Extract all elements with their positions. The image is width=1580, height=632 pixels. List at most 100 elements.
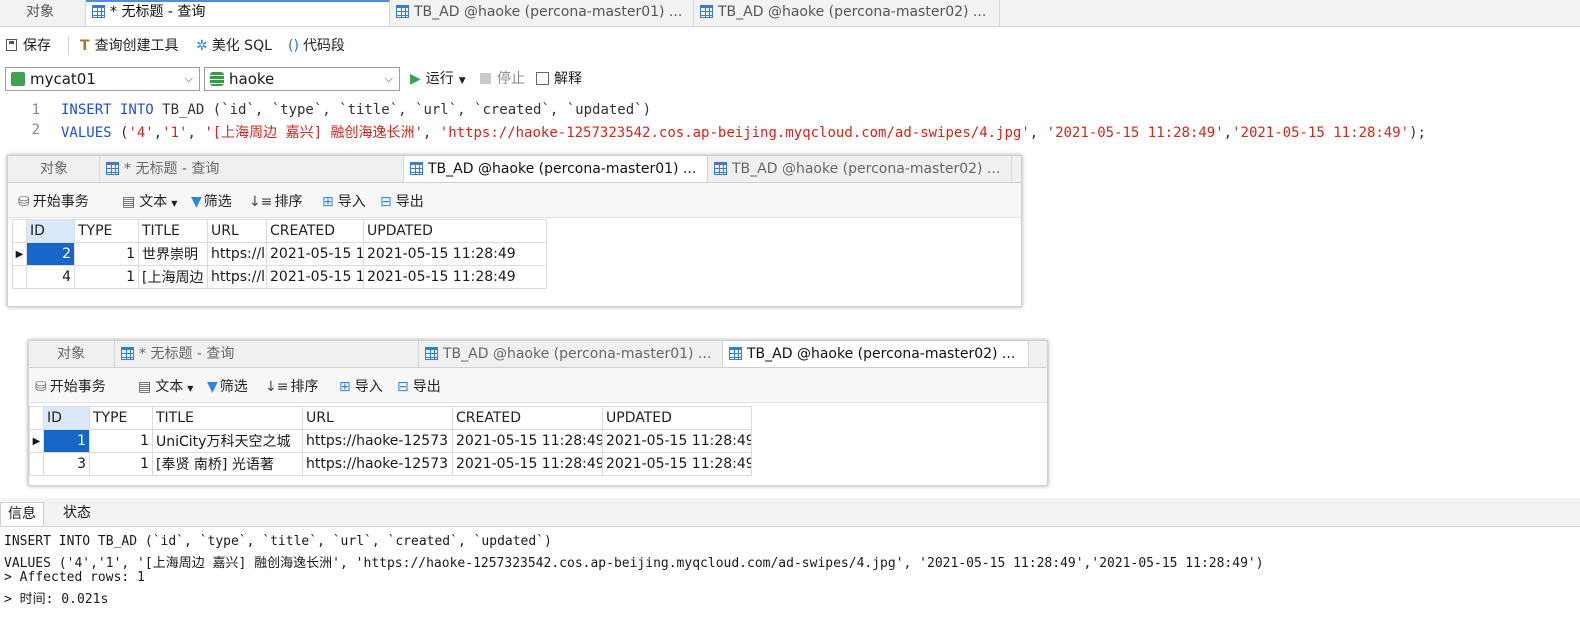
table-icon (714, 162, 727, 175)
tab-label: TB_AD @haoke (percona-master02) ... (718, 4, 987, 20)
query-icon (121, 347, 134, 360)
explain-icon (536, 72, 549, 85)
import-button[interactable]: ⊞ 导入 (322, 191, 366, 211)
result-grid[interactable]: ID TYPE TITLE URL CREATED UPDATED ▶ 1 1 … (29, 406, 752, 476)
message-line: VALUES ('4','1', '[上海周边 嘉兴] 融创海逸长洲', 'ht… (4, 556, 1264, 571)
table-row[interactable]: ▶ 1 1 UniCity万科天空之城 https://haoke-12573 … (29, 429, 752, 453)
tab-objects[interactable]: 对象 (29, 341, 115, 367)
tab-tb-ad-master01[interactable]: TB_AD @haoke (percona-master01) ... (419, 341, 723, 367)
row-header-corner (12, 219, 27, 243)
sql-editor[interactable]: 1 2 INSERT INTO TB_AD (`id`, `type`, `ti… (0, 101, 1580, 153)
column-header[interactable]: TYPE (89, 406, 153, 430)
table-icon (396, 5, 409, 18)
column-header[interactable]: ID (43, 406, 90, 430)
tab-info[interactable]: 信息 (0, 502, 44, 526)
table-cell[interactable]: 世界崇明 (138, 242, 208, 266)
column-header[interactable]: UPDATED (602, 406, 752, 430)
sql-string: '2021-05-15 11:28:49' (1232, 125, 1410, 141)
sort-button[interactable]: ↓≡ 排序 (265, 376, 318, 396)
chevron-down-icon: ⌵ (384, 72, 393, 85)
table-cell[interactable]: https://l (207, 265, 267, 289)
run-button[interactable]: ▶ 运行 ▼ (410, 69, 466, 89)
begin-transaction-button[interactable]: ⛁ 开始事务 (35, 376, 106, 396)
table-cell[interactable]: 2 (26, 242, 75, 266)
import-button[interactable]: ⊞ 导入 (339, 376, 383, 396)
export-button[interactable]: ⊟ 导出 (380, 191, 424, 211)
column-header[interactable]: TYPE (74, 219, 139, 243)
column-header[interactable]: ID (26, 219, 75, 243)
filter-button[interactable]: ▼ 筛选 (207, 376, 248, 396)
save-button[interactable]: 保存 (6, 36, 51, 56)
table-cell[interactable]: [上海周边 (138, 265, 208, 289)
column-header[interactable]: URL (207, 219, 267, 243)
current-row-indicator-icon: ▶ (12, 242, 27, 266)
text-button[interactable]: ▤ 文本 ▼ (122, 191, 177, 211)
tab-tb-ad-master02[interactable]: TB_AD @haoke (percona-master02) ... (723, 341, 1029, 367)
table-cell[interactable]: 2021-05-15 11:28:49 (363, 265, 547, 289)
column-header[interactable]: CREATED (452, 406, 603, 430)
database-select[interactable]: haoke ⌵ (204, 67, 400, 91)
tab-objects[interactable]: 对象 (8, 156, 100, 182)
begin-transaction-button[interactable]: ⛁ 开始事务 (18, 191, 89, 211)
column-header[interactable]: UPDATED (363, 219, 547, 243)
tab-tb-ad-master01[interactable]: TB_AD @haoke (percona-master01) ... (390, 0, 694, 26)
table-cell[interactable]: 2021-05-15 11:28:49 (452, 429, 603, 453)
import-icon: ⊞ (322, 194, 334, 210)
table-cell[interactable]: 1 (74, 242, 139, 266)
table-cell[interactable]: 2021-05-15 11:28:49 (363, 242, 547, 266)
table-cell[interactable]: https://l (207, 242, 267, 266)
column-header[interactable]: TITLE (138, 219, 208, 243)
query-builder-button[interactable]: T 查询创建工具 (80, 36, 179, 56)
table-cell[interactable]: 1 (43, 429, 90, 453)
table-cell[interactable]: 2021-05-15 11:28:49 (452, 452, 603, 476)
tab-label: 对象 (26, 4, 54, 20)
play-icon: ▶ (410, 71, 421, 87)
tab-untitled-query[interactable]: * 无标题 - 查询 (86, 0, 390, 26)
connection-select[interactable]: mycat01 ⌵ (5, 67, 200, 91)
export-button[interactable]: ⊟ 导出 (397, 376, 441, 396)
filter-button[interactable]: ▼ 筛选 (191, 191, 232, 211)
beautify-sql-button[interactable]: ✲ 美化 SQL (196, 36, 272, 56)
filter-icon: ▼ (191, 194, 202, 210)
table-row[interactable]: ▶ 2 1 世界崇明 https://l 2021-05-15 1 2021-0… (12, 242, 547, 266)
column-header[interactable]: CREATED (266, 219, 364, 243)
text-button[interactable]: ▤ 文本 ▼ (138, 376, 193, 396)
table-cell[interactable]: 2021-05-15 11:28:49 (602, 429, 752, 453)
table-cell[interactable]: [奉贤 南桥] 光语著 (152, 452, 303, 476)
table-row[interactable]: 3 1 [奉贤 南桥] 光语著 https://haoke-12573 2021… (29, 452, 752, 476)
message-line: INSERT INTO TB_AD (`id`, `type`, `title`… (4, 534, 552, 549)
tab-untitled-query[interactable]: * 无标题 - 查询 (115, 341, 419, 367)
table-cell[interactable]: 3 (43, 452, 90, 476)
table-cell[interactable]: https://haoke-12573 (302, 452, 453, 476)
sql-keyword: VALUES (61, 125, 112, 141)
sort-button[interactable]: ↓≡ 排序 (249, 191, 302, 211)
result-grid[interactable]: ID TYPE TITLE URL CREATED UPDATED ▶ 2 1 … (12, 219, 547, 289)
sql-line-2: VALUES ('4','1', '[上海周边 嘉兴] 融创海逸长洲', 'ht… (61, 125, 1426, 141)
tab-tb-ad-master02[interactable]: TB_AD @haoke (percona-master02) ... (708, 156, 1012, 182)
tab-status[interactable]: 状态 (56, 502, 98, 526)
hammer-icon: T (80, 38, 90, 54)
table-cell[interactable]: https://haoke-12573 (302, 429, 453, 453)
table-cell[interactable]: 2021-05-15 1 (266, 265, 364, 289)
table-icon (700, 5, 713, 18)
sql-string: '2021-05-15 11:28:49' (1046, 125, 1224, 141)
stop-button[interactable]: 停止 (480, 69, 525, 89)
table-row[interactable]: 4 1 [上海周边 https://l 2021-05-15 1 2021-05… (12, 265, 547, 289)
tab-untitled-query[interactable]: * 无标题 - 查询 (100, 156, 404, 182)
column-header[interactable]: TITLE (152, 406, 303, 430)
table-cell[interactable]: 4 (26, 265, 75, 289)
table-cell[interactable]: 1 (74, 265, 139, 289)
explain-button[interactable]: 解释 (536, 69, 582, 89)
table-cell[interactable]: 1 (89, 452, 153, 476)
code-snippet-button[interactable]: () 代码段 (288, 36, 345, 56)
table-cell[interactable]: 2021-05-15 11:28:49 (602, 452, 752, 476)
table-cell[interactable]: 2021-05-15 1 (266, 242, 364, 266)
table-cell[interactable]: UniCity万科天空之城 (152, 429, 303, 453)
transaction-icon: ⛁ (18, 194, 30, 210)
tab-tb-ad-master02[interactable]: TB_AD @haoke (percona-master02) ... (694, 0, 1000, 26)
tab-tb-ad-master01[interactable]: TB_AD @haoke (percona-master01) ... (404, 156, 708, 182)
table-cell[interactable]: 1 (89, 429, 153, 453)
tab-objects[interactable]: 对象 (0, 0, 86, 26)
column-header[interactable]: URL (302, 406, 453, 430)
table-toolbar: ⛁ 开始事务 ▤ 文本 ▼ ▼ 筛选 ↓≡ 排序 ⊞ 导入 ⊟ 导出 (8, 183, 1021, 218)
